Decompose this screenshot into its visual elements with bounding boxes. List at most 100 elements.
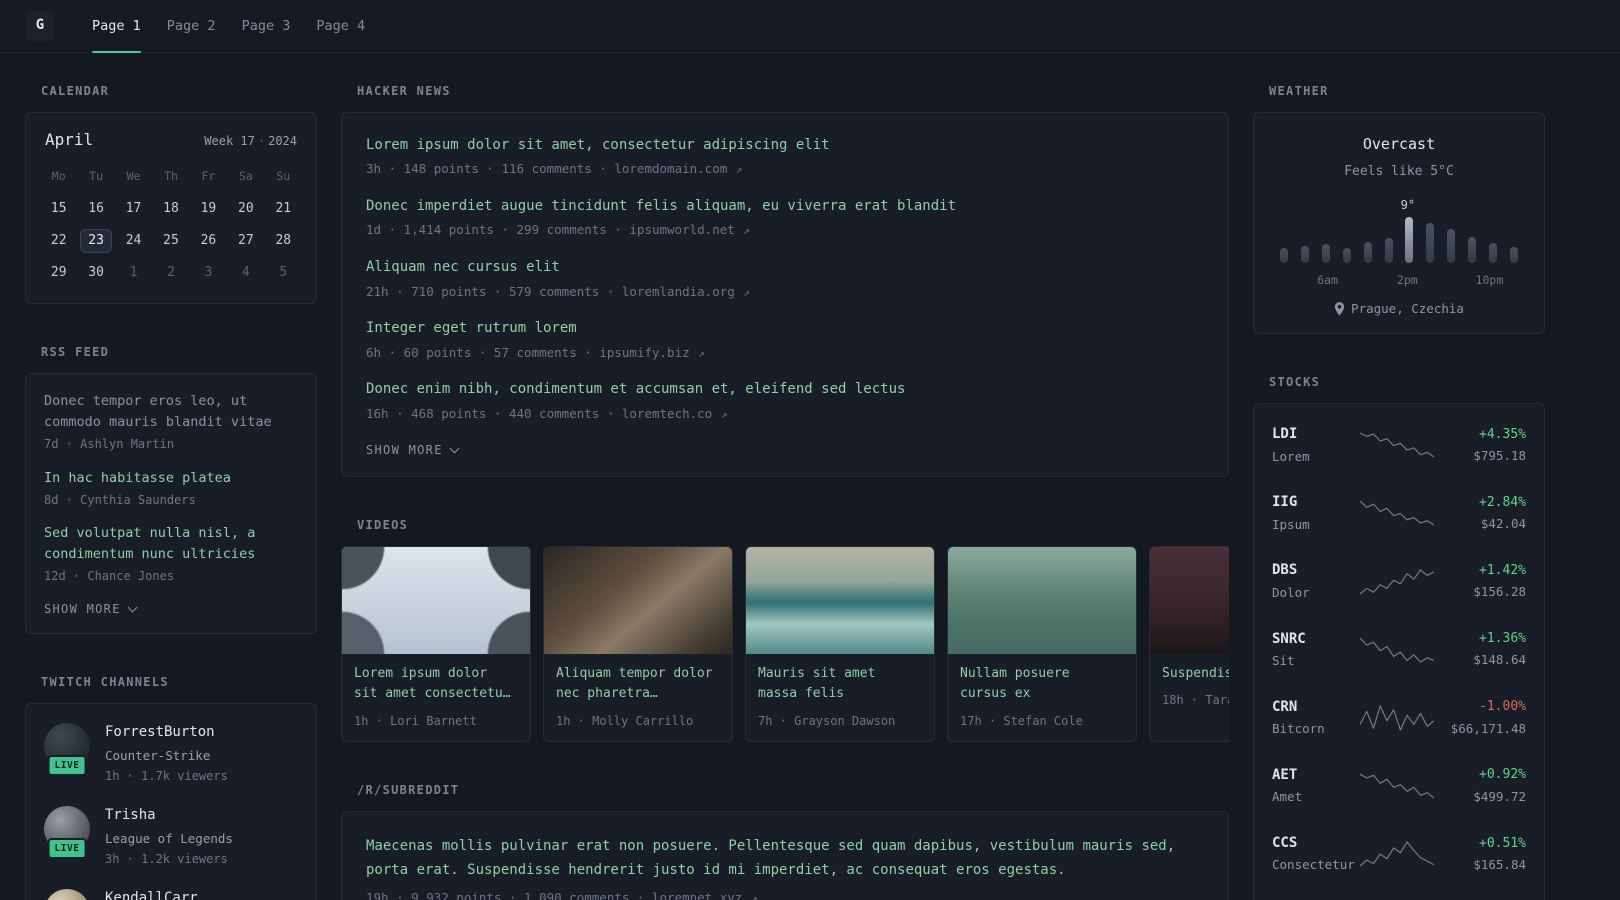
video-title-link[interactable]: Suspendisse diam [1162, 664, 1229, 684]
rss-item-link[interactable]: In hac habitasse platea [44, 468, 298, 489]
video-title-link[interactable]: Aliquam tempor dolor nec pharetra… [556, 664, 720, 704]
stock-price: $42.04 [1480, 516, 1526, 532]
chevron-down-icon [449, 443, 460, 454]
channel-name: Trisha [105, 806, 156, 823]
hn-domain-link[interactable]: ipsumworld.net ↗ [629, 222, 750, 237]
tab-page-3[interactable]: Page 3 [229, 0, 304, 52]
stock-row-link[interactable]: AHS +0.46% [1272, 888, 1526, 900]
video-thumbnail [544, 547, 732, 655]
channel-meta: 1h · 1.7k viewers [105, 769, 228, 784]
subreddit-domain-link[interactable]: loremnet.xyz ↗ [652, 890, 757, 900]
stock-sparkline [1360, 637, 1434, 663]
rss-item-meta: 8d · Cynthia Saunders [44, 492, 196, 507]
calendar-day: 21 [275, 201, 292, 217]
rss-section-title: RSS FEED [41, 345, 110, 360]
hackernews-show-more-button[interactable]: SHOW MORE [366, 443, 460, 458]
stock-id: CRN Bitcorn [1272, 698, 1360, 738]
day-header: Mo [51, 169, 66, 184]
rss-item-link[interactable]: Donec tempor eros leo, ut commodo mauris… [44, 391, 298, 433]
hn-item: Integer eget rutrum lorem 6h · 60 points… [366, 319, 1204, 361]
hn-item-link[interactable]: Aliquam nec cursus elit [366, 259, 560, 275]
stock-values: -1.00% $66,171.48 [1451, 698, 1526, 737]
hn-domain-link[interactable]: loremdomain.com ↗ [614, 161, 742, 176]
channel-meta: 3h · 1.2k viewers [105, 852, 228, 867]
tab-page-2[interactable]: Page 2 [154, 0, 229, 52]
weather-bars [1280, 215, 1518, 263]
day-header: Fr [201, 169, 216, 184]
video-title-link[interactable]: Mauris sit amet massa felis [758, 664, 922, 704]
twitch-channel-link[interactable]: KendallCarr [44, 888, 298, 900]
hn-domain-link[interactable]: ipsumify.biz ↗ [599, 345, 704, 360]
rss-item-link[interactable]: Sed volutpat nulla nisl, a condimentum n… [44, 523, 298, 565]
stock-name: Ipsum [1272, 516, 1310, 532]
middle-column: HACKER NEWS Lorem ipsum dolor sit amet, … [341, 83, 1229, 900]
chevron-down-icon [127, 602, 138, 613]
stock-values: +0.51% $165.84 [1473, 835, 1526, 874]
right-column: WEATHER Overcast Feels like 5°C 9° 6am 2… [1253, 83, 1545, 900]
show-more-label: SHOW MORE [366, 443, 443, 458]
twitch-channel-link[interactable]: LIVE ForrestBurton Counter-Strike 1h · 1… [44, 723, 298, 785]
day-header: Su [276, 169, 291, 184]
channel-avatar [44, 888, 90, 900]
stock-id: CCS Consectetur [1272, 834, 1360, 874]
stocks-card: LDI Lorem +4.35% $795.18 IIG Ipsum +2.84… [1253, 403, 1545, 900]
calendar-day-selected: 23 [80, 229, 113, 254]
video-card-link[interactable]: Nullam posuere cursus ex 17h · Stefan Co… [947, 546, 1137, 743]
video-card-link[interactable]: Aliquam tempor dolor nec pharetra… 1h · … [543, 546, 733, 743]
subreddit-widget: /R/SUBREDDIT Maecenas mollis pulvinar er… [341, 782, 1229, 900]
video-meta: 18h · Tara [1162, 693, 1229, 708]
hn-item-link[interactable]: Integer eget rutrum lorem [366, 320, 577, 336]
external-link-icon: ↗ [743, 224, 750, 238]
stock-row-link[interactable]: CRN Bitcorn -1.00% $66,171.48 [1272, 684, 1526, 752]
video-title-link[interactable]: Lorem ipsum dolor sit amet consectetu… [354, 664, 518, 704]
video-card-link[interactable]: Suspendisse diam 18h · Tara [1149, 546, 1229, 743]
stock-price: $156.28 [1473, 584, 1526, 600]
video-thumbnail [948, 547, 1136, 655]
hn-item-link[interactable]: Donec imperdiet augue tincidunt felis al… [366, 198, 956, 214]
hn-item: Donec imperdiet augue tincidunt felis al… [366, 197, 1204, 239]
stock-row-link[interactable]: LDI Lorem +4.35% $795.18 [1272, 411, 1526, 479]
stock-row-link[interactable]: CCS Consectetur +0.51% $165.84 [1272, 820, 1526, 888]
stock-values: +4.35% $795.18 [1473, 426, 1526, 465]
weather-location-text: Prague, Czechia [1351, 300, 1464, 316]
stocks-widget: STOCKS LDI Lorem +4.35% $795.18 IIG Ipsu… [1253, 374, 1545, 900]
channel-name: ForrestBurton [105, 724, 215, 741]
hn-domain-link[interactable]: loremlandia.org ↗ [622, 284, 750, 299]
hn-item-link[interactable]: Donec enim nibh, condimentum et accumsan… [366, 381, 905, 397]
stock-row-link[interactable]: SNRC Sit +1.36% $148.64 [1272, 616, 1526, 684]
day-header: Sa [238, 169, 253, 184]
calendar-day: 15 [50, 201, 67, 217]
stock-price: $165.84 [1473, 856, 1526, 872]
subreddit-post-link[interactable]: Maecenas mollis pulvinar erat non posuer… [366, 835, 1204, 883]
tab-page-4[interactable]: Page 4 [303, 0, 378, 52]
stock-symbol: SNRC [1272, 630, 1306, 647]
day-header: Tu [89, 169, 104, 184]
calendar-day: 30 [88, 265, 104, 281]
rss-show-more-button[interactable]: SHOW MORE [44, 602, 138, 616]
day-header: We [126, 169, 141, 184]
hn-item-link[interactable]: Lorem ipsum dolor sit amet, consectetur … [366, 137, 830, 153]
twitch-widget: TWITCH CHANNELS LIVE ForrestBurton Count… [25, 674, 317, 900]
video-meta: 17h · Stefan Cole [960, 713, 1083, 728]
weather-time-label: 10pm [1475, 272, 1504, 287]
stock-row-link[interactable]: IIG Ipsum +2.84% $42.04 [1272, 479, 1526, 547]
video-card-link[interactable]: Mauris sit amet massa felis 7h · Grayson… [745, 546, 935, 743]
separator-dot: · [257, 133, 266, 148]
stock-change: +2.84% [1479, 495, 1526, 511]
video-body: Nullam posuere cursus ex 17h · Stefan Co… [948, 654, 1136, 741]
video-thumbnail [746, 547, 934, 655]
channel-info: ForrestBurton Counter-Strike 1h · 1.7k v… [105, 723, 228, 785]
twitch-channel-link[interactable]: LIVE Trisha League of Legends 3h · 1.2k … [44, 805, 298, 868]
tab-page-1[interactable]: Page 1 [79, 0, 154, 53]
calendar-day-next-month: 5 [279, 265, 288, 281]
rss-item: In hac habitasse platea 8d · Cynthia Sau… [44, 468, 298, 509]
video-title-link[interactable]: Nullam posuere cursus ex [960, 664, 1124, 704]
video-card-link[interactable]: Lorem ipsum dolor sit amet consectetu… 1… [341, 546, 531, 743]
hn-domain-link[interactable]: loremtech.co ↗ [622, 406, 727, 421]
stock-row-link[interactable]: DBS Dolor +1.42% $156.28 [1272, 547, 1526, 615]
calendar-week-info: Week 17 · 2024 [204, 133, 297, 150]
hn-meta-text: 16h · 468 points · 440 comments · [366, 405, 615, 421]
hn-item-meta: 3h · 148 points · 116 comments · loremdo… [366, 160, 1204, 178]
hn-item-meta: 21h · 710 points · 579 comments · loreml… [366, 283, 1204, 301]
stock-row-link[interactable]: AET Amet +0.92% $499.72 [1272, 752, 1526, 820]
